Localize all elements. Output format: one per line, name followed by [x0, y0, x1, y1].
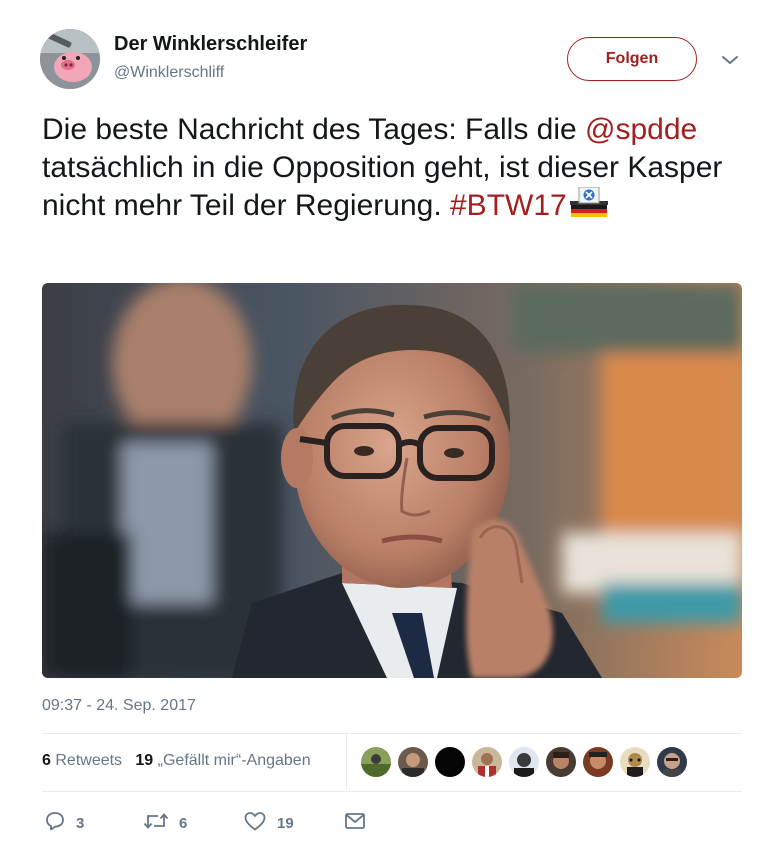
retweet-button[interactable]: 6: [143, 810, 187, 836]
likes-stat[interactable]: 19 „Gefällt mir“-Angaben: [135, 752, 310, 769]
author-name[interactable]: Der Winklerschleifer: [114, 33, 307, 56]
tweet-text: Die beste Nachricht des Tages: Falls die…: [42, 111, 742, 225]
author-avatar[interactable]: [40, 29, 100, 89]
reply-button[interactable]: 3: [44, 810, 84, 836]
ballot-box-icon: [569, 186, 611, 219]
tweet-stats: 6 Retweets 19 „Gefällt mir“-Angaben: [42, 752, 311, 770]
retweets-count: 6: [42, 752, 51, 769]
reply-icon: [44, 810, 66, 837]
stats-separator: [346, 734, 347, 790]
follow-button[interactable]: Folgen: [567, 37, 697, 81]
likes-count: 19: [135, 752, 154, 769]
liker-avatar[interactable]: [509, 747, 539, 777]
envelope-icon: [344, 811, 366, 836]
retweets-stat[interactable]: 6 Retweets: [42, 752, 122, 769]
message-button[interactable]: [344, 810, 366, 836]
author-handle[interactable]: @Winklerschliff: [114, 64, 224, 82]
like-count: 19: [277, 814, 294, 832]
liker-avatar[interactable]: [583, 747, 613, 777]
tweet-timestamp[interactable]: 09:37 - 24. Sep. 2017: [42, 697, 196, 715]
retweet-count: 6: [179, 814, 188, 832]
tweet-text-part-2: tatsächlich in die Opposition geht, ist …: [42, 151, 723, 222]
liker-avatar[interactable]: [657, 747, 687, 777]
heart-icon: [243, 810, 267, 837]
chevron-down-icon[interactable]: [720, 52, 740, 68]
divider: [42, 791, 742, 792]
retweet-icon: [143, 810, 169, 837]
tweet-text-part-1: Die beste Nachricht des Tages: Falls die: [42, 113, 586, 146]
retweets-label: Retweets: [55, 752, 123, 769]
reply-count: 3: [76, 814, 85, 832]
liker-avatar[interactable]: [472, 747, 502, 777]
mention-link[interactable]: @spdde: [585, 113, 697, 146]
liker-avatar[interactable]: [546, 747, 576, 777]
liker-avatar[interactable]: [361, 747, 391, 777]
tweet-photo[interactable]: [42, 283, 742, 678]
divider: [42, 733, 742, 734]
like-button[interactable]: 19: [243, 810, 294, 836]
liker-avatar[interactable]: [435, 747, 465, 777]
liker-avatar[interactable]: [620, 747, 650, 777]
hashtag-link[interactable]: #BTW17: [450, 189, 567, 222]
liker-avatar[interactable]: [398, 747, 428, 777]
likes-label: „Gefällt mir“-Angaben: [157, 752, 311, 769]
